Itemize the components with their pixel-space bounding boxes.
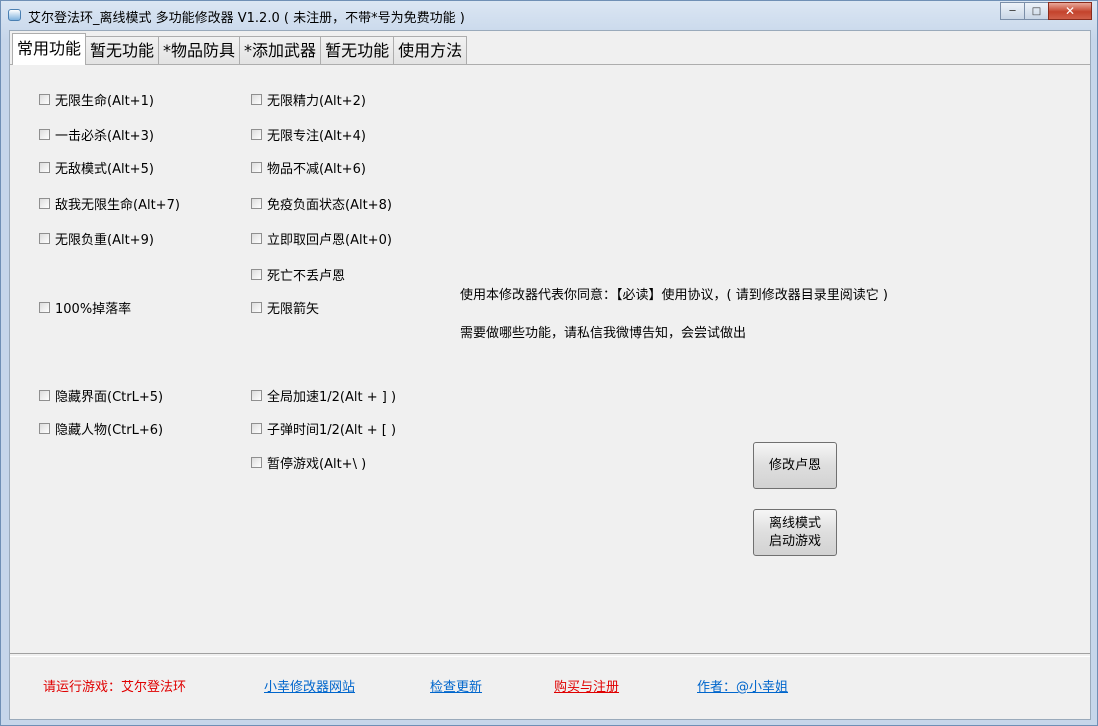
checkbox[interactable] — [251, 233, 262, 244]
close-button[interactable]: ✕ — [1048, 2, 1092, 20]
checkbox[interactable] — [251, 162, 262, 173]
checkbox[interactable] — [39, 94, 50, 105]
option-label: 死亡不丢卢恩 — [267, 269, 346, 284]
tab-items-armor[interactable]: *物品防具 — [158, 36, 241, 65]
option-hide-character[interactable]: 隐藏人物(CtrL+6) — [39, 419, 163, 438]
option-label: 免疫负面状态(Alt+8) — [267, 198, 392, 213]
option-infinite-arrows[interactable]: 无限箭矢 — [251, 298, 319, 317]
option-label: 无限生命(Alt+1) — [55, 94, 154, 109]
tab-bar: 常用功能 暂无功能 *物品防具 *添加武器 暂无功能 使用方法 — [12, 33, 468, 65]
option-immune-debuffs[interactable]: 免疫负面状态(Alt+8) — [251, 194, 392, 213]
option-keep-runes-on-death[interactable]: 死亡不丢卢恩 — [251, 265, 345, 284]
maximize-button[interactable]: □ — [1024, 2, 1049, 20]
option-infinite-focus[interactable]: 无限专注(Alt+4) — [251, 125, 366, 144]
tab-add-weapon[interactable]: *添加武器 — [239, 36, 322, 65]
checkbox[interactable] — [39, 129, 50, 140]
option-global-speed[interactable]: 全局加速1/2(Alt + ] ) — [251, 386, 396, 405]
option-label: 无限专注(Alt+4) — [267, 129, 366, 144]
checkbox[interactable] — [39, 233, 50, 244]
feature-request-notice: 需要做哪些功能，请私信我微博告知，会尝试做出 — [460, 326, 747, 341]
option-items-no-decrease[interactable]: 物品不减(Alt+6) — [251, 158, 366, 177]
option-label: 无限精力(Alt+2) — [267, 94, 366, 109]
option-infinite-load[interactable]: 无限负重(Alt+9) — [39, 229, 154, 248]
checkbox[interactable] — [251, 390, 262, 401]
option-label: 隐藏界面(CtrL+5) — [55, 390, 164, 405]
option-hide-ui[interactable]: 隐藏界面(CtrL+5) — [39, 386, 163, 405]
checkbox[interactable] — [39, 423, 50, 434]
maximize-icon: □ — [1031, 5, 1042, 17]
tab-usage[interactable]: 使用方法 — [393, 36, 468, 65]
option-all-infinite-health[interactable]: 敌我无限生命(Alt+7) — [39, 194, 180, 213]
option-retrieve-runes[interactable]: 立即取回卢恩(Alt+0) — [251, 229, 392, 248]
checkbox[interactable] — [251, 457, 262, 468]
option-label: 物品不减(Alt+6) — [267, 162, 366, 177]
option-label: 立即取回卢恩(Alt+0) — [267, 233, 392, 248]
checkbox[interactable] — [39, 390, 50, 401]
checkbox[interactable] — [251, 129, 262, 140]
option-bullet-time[interactable]: 子弹时间1/2(Alt + [ ) — [251, 419, 396, 438]
caption-buttons: ─ □ ✕ — [1000, 2, 1092, 20]
modify-runes-label: 修改卢恩 — [768, 457, 821, 473]
close-icon: ✕ — [1064, 4, 1076, 18]
tab-none-1[interactable]: 暂无功能 — [85, 36, 160, 65]
option-label: 子弹时间1/2(Alt + [ ) — [267, 423, 397, 438]
website-link[interactable]: 小幸修改器网站 — [264, 676, 355, 695]
option-label: 无限箭矢 — [267, 302, 320, 317]
option-label: 一击必杀(Alt+3) — [55, 129, 154, 144]
offline-launch-label-1: 离线模式 — [768, 515, 821, 531]
checkbox[interactable] — [39, 198, 50, 209]
checkbox[interactable] — [251, 423, 262, 434]
tab-none-2[interactable]: 暂无功能 — [320, 36, 395, 65]
app-icon — [8, 9, 21, 21]
footer-divider — [10, 653, 1090, 657]
offline-launch-button[interactable]: 离线模式 启动游戏 — [753, 509, 837, 556]
game-status: 请运行游戏：艾尔登法环 — [43, 680, 187, 695]
tab-panel-common: 无限生命(Alt+1) 一击必杀(Alt+3) 无敌模式(Alt+5) 敌我无限… — [10, 64, 1090, 655]
checkbox[interactable] — [39, 162, 50, 173]
title-bar[interactable]: 艾尔登法环_离线模式 多功能修改器 V1.2.0 ( 未注册，不带*号为免费功能… — [1, 1, 1097, 29]
option-full-drop-rate[interactable]: 100%掉落率 — [39, 298, 131, 317]
option-one-hit-kill[interactable]: 一击必杀(Alt+3) — [39, 125, 154, 144]
checkbox[interactable] — [251, 198, 262, 209]
checkbox[interactable] — [251, 269, 262, 280]
client-area: 常用功能 暂无功能 *物品防具 *添加武器 暂无功能 使用方法 无限生命(Alt… — [9, 30, 1091, 720]
modify-runes-button[interactable]: 修改卢恩 — [753, 442, 837, 489]
option-pause-game[interactable]: 暂停游戏(Alt+\ ) — [251, 453, 366, 472]
check-update-link[interactable]: 检查更新 — [430, 676, 482, 695]
option-label: 无限负重(Alt+9) — [55, 233, 154, 248]
app-window: 艾尔登法环_离线模式 多功能修改器 V1.2.0 ( 未注册，不带*号为免费功能… — [0, 0, 1098, 726]
option-label: 敌我无限生命(Alt+7) — [55, 198, 180, 213]
buy-register-link[interactable]: 购买与注册 — [554, 676, 619, 695]
option-label: 100%掉落率 — [55, 302, 132, 317]
minimize-button[interactable]: ─ — [1000, 2, 1025, 20]
option-god-mode[interactable]: 无敌模式(Alt+5) — [39, 158, 154, 177]
window-title: 艾尔登法环_离线模式 多功能修改器 V1.2.0 ( 未注册，不带*号为免费功能… — [28, 11, 465, 26]
agreement-notice: 使用本修改器代表你同意：【必读】使用协议，( 请到修改器目录里阅读它 ) — [460, 288, 888, 303]
checkbox[interactable] — [251, 302, 262, 313]
minimize-icon: ─ — [1009, 5, 1016, 17]
option-infinite-health[interactable]: 无限生命(Alt+1) — [39, 90, 154, 109]
tab-common[interactable]: 常用功能 — [12, 33, 87, 65]
offline-launch-label-2: 启动游戏 — [768, 533, 821, 549]
option-infinite-stamina[interactable]: 无限精力(Alt+2) — [251, 90, 366, 109]
checkbox[interactable] — [39, 302, 50, 313]
option-label: 无敌模式(Alt+5) — [55, 162, 154, 177]
option-label: 隐藏人物(CtrL+6) — [55, 423, 164, 438]
author-link[interactable]: 作者：@小幸姐 — [697, 676, 788, 695]
option-label: 暂停游戏(Alt+\ ) — [267, 457, 367, 472]
checkbox[interactable] — [251, 94, 262, 105]
option-label: 全局加速1/2(Alt + ] ) — [267, 390, 397, 405]
